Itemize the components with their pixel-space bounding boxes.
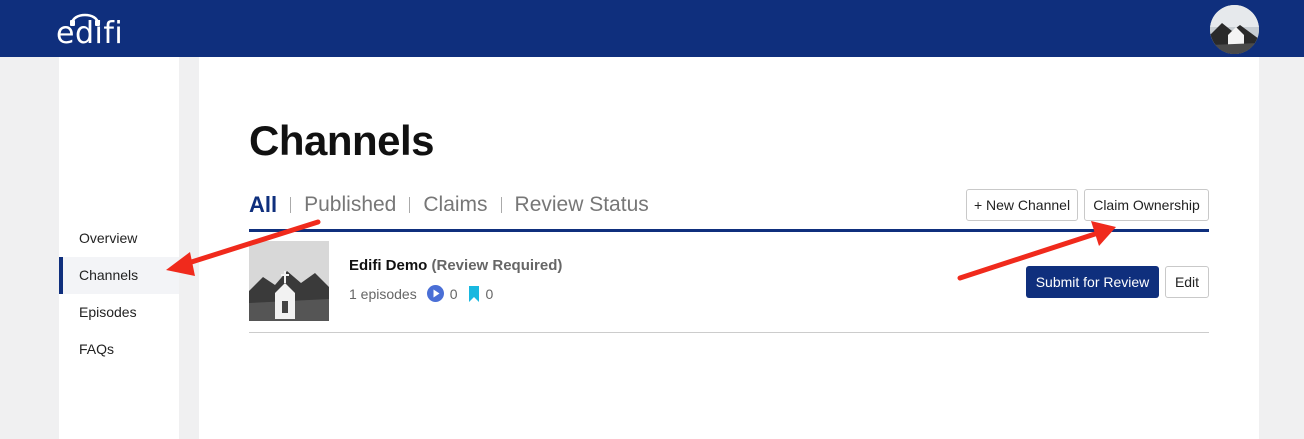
tabs-underline (249, 229, 1209, 232)
page-title: Channels (249, 117, 435, 164)
bookmark-icon (468, 285, 480, 302)
logo-text: edifi (56, 16, 124, 51)
channel-tabs: All Published Claims Review Status (249, 190, 649, 220)
sidebar-nav: Overview Channels Episodes FAQs (59, 57, 179, 439)
bookmarks-count: 0 (485, 285, 494, 302)
tab-published[interactable]: Published (304, 193, 396, 217)
new-channel-button[interactable]: + New Channel (966, 189, 1078, 221)
channel-title: Edifi Demo (Review Required) (349, 257, 562, 274)
edit-button[interactable]: Edit (1165, 266, 1209, 298)
play-circle-icon (426, 285, 444, 302)
edifi-logo[interactable]: edifi (56, 8, 136, 51)
top-bar: edifi (0, 0, 1304, 57)
claim-ownership-button[interactable]: Claim Ownership (1084, 189, 1209, 221)
row-divider (249, 332, 1209, 333)
tab-review-status[interactable]: Review Status (515, 193, 649, 217)
channel-status: (Review Required) (431, 257, 563, 274)
channel-thumbnail[interactable] (249, 241, 329, 321)
user-avatar[interactable] (1210, 5, 1259, 54)
tab-divider (500, 197, 502, 213)
tab-divider (409, 197, 411, 213)
sidebar-item-faqs[interactable]: FAQs (59, 331, 179, 368)
tab-all[interactable]: All (249, 192, 277, 218)
sidebar-item-overview[interactable]: Overview (59, 220, 179, 257)
submit-for-review-button[interactable]: Submit for Review (1026, 266, 1159, 298)
plays-count: 0 (449, 285, 458, 302)
tab-claims[interactable]: Claims (423, 193, 487, 217)
sidebar-item-episodes[interactable]: Episodes (59, 294, 179, 331)
episodes-count: 1 episodes (349, 285, 417, 302)
sidebar-item-channels[interactable]: Channels (59, 257, 179, 294)
tab-divider (290, 197, 292, 213)
channel-image (249, 241, 329, 321)
channel-stats: 1 episodes 0 0 (349, 285, 493, 302)
avatar-image (1210, 5, 1259, 54)
channel-name[interactable]: Edifi Demo (349, 257, 427, 274)
main-content: Channels All Published Claims Review Sta… (199, 57, 1259, 439)
